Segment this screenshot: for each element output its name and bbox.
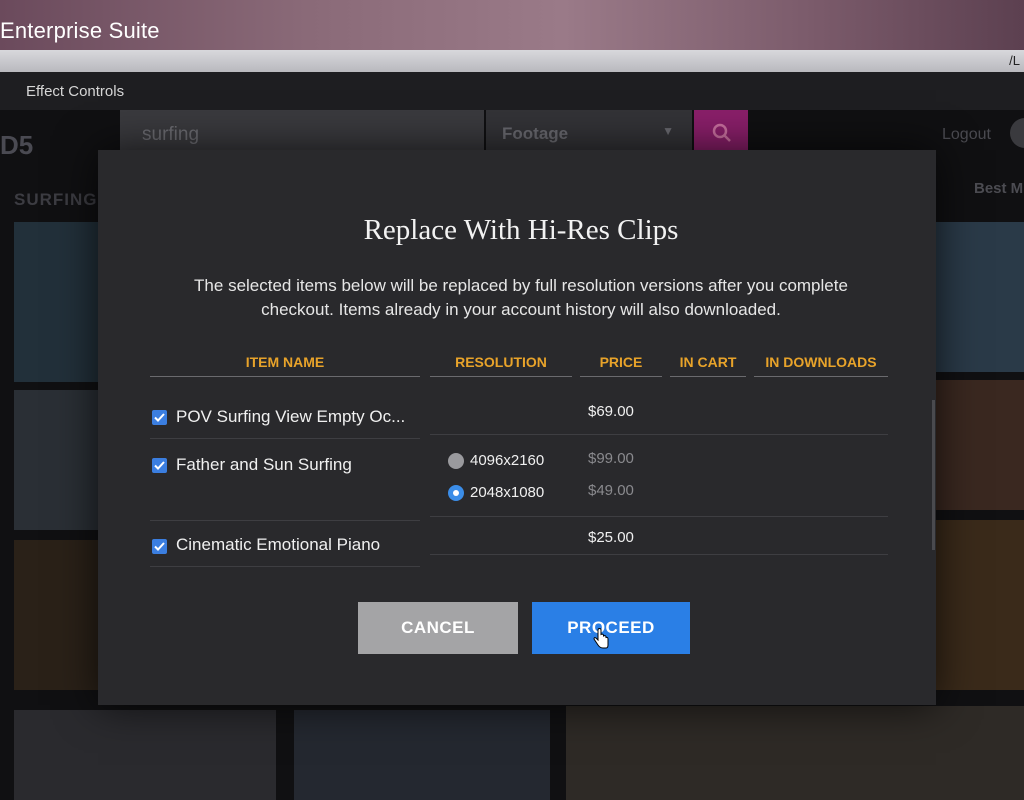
column-header-in-downloads: IN DOWNLOADS (754, 354, 888, 377)
replace-hires-dialog: Replace With Hi-Res Clips The selected i… (98, 150, 936, 705)
item-name: Cinematic Emotional Piano (176, 535, 381, 554)
brand-logo: D5 (0, 130, 34, 160)
column-header-resolution: RESOLUTION (430, 354, 572, 377)
thumbnail[interactable] (936, 380, 1024, 510)
check-icon (154, 413, 165, 422)
thumbnail[interactable] (14, 710, 276, 800)
thumbnail[interactable] (14, 222, 98, 382)
address-strip: /L (0, 50, 1024, 73)
search-value: surfing (142, 124, 200, 145)
logout-link[interactable]: Logout (942, 126, 991, 144)
resolution-price: $99.00 (588, 450, 634, 467)
tab-effect-controls[interactable]: Effect Controls (26, 83, 124, 100)
resolution-price: $49.00 (588, 482, 634, 499)
resolution-radio[interactable] (448, 485, 464, 501)
row-divider (150, 438, 420, 439)
item-name: POV Surfing View Empty Oc... (176, 407, 406, 426)
avatar[interactable] (1010, 118, 1024, 148)
resolution-radio[interactable] (448, 453, 464, 469)
panel-tab-bar: Effect Controls (0, 72, 1024, 110)
item-checkbox[interactable] (152, 410, 167, 425)
row-divider (430, 516, 888, 517)
media-type-value: Footage (502, 124, 569, 143)
check-icon (154, 542, 165, 551)
list-scrollbar[interactable] (932, 400, 935, 550)
thumbnail[interactable] (566, 706, 1024, 800)
proceed-button[interactable]: PROCEED (532, 602, 690, 654)
cancel-button[interactable]: CANCEL (358, 602, 518, 654)
search-icon (712, 123, 731, 142)
item-name: Father and Sun Surfing (176, 455, 352, 474)
row-divider (430, 434, 888, 435)
item-price: $69.00 (588, 403, 634, 420)
column-header-item-name: ITEM NAME (150, 354, 420, 377)
row-divider (150, 566, 420, 567)
thumbnail[interactable] (14, 540, 98, 690)
column-header-in-cart: IN CART (670, 354, 746, 377)
thumbnail[interactable] (14, 390, 98, 530)
resolution-label: 2048x1080 (470, 484, 545, 501)
hand-cursor-icon (593, 628, 609, 649)
row-divider (430, 554, 888, 555)
thumbnail[interactable] (936, 222, 1024, 372)
chevron-down-icon: ▼ (662, 124, 674, 138)
window-title: Enterprise Suite (0, 18, 160, 43)
thumbnail[interactable] (294, 710, 550, 800)
sort-option[interactable]: Best M (974, 180, 1023, 197)
row-divider (150, 520, 420, 521)
column-header-price: PRICE (580, 354, 662, 377)
dialog-description: The selected items below will be replace… (194, 276, 848, 319)
item-price: $25.00 (588, 529, 634, 546)
item-checkbox[interactable] (152, 539, 167, 554)
thumbnail[interactable] (936, 520, 1024, 690)
item-checkbox[interactable] (152, 458, 167, 473)
resolution-label: 4096x2160 (470, 452, 545, 469)
url-fragment: /L (1009, 53, 1020, 68)
check-icon (154, 461, 165, 470)
dialog-title: Replace With Hi-Res Clips (363, 214, 679, 246)
window-title-bar: Enterprise Suite (0, 0, 1024, 50)
category-heading: SURFING (14, 190, 98, 209)
